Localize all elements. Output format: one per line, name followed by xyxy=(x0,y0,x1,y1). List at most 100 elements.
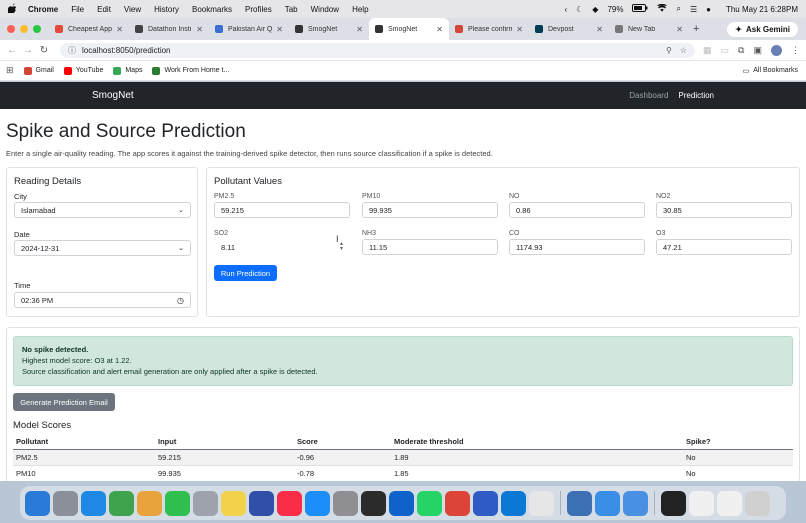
reload-icon[interactable]: ↻ xyxy=(38,45,50,56)
battery-icon[interactable] xyxy=(632,4,648,14)
bookmark-gmail[interactable]: Gmail xyxy=(23,66,54,75)
control-center-icon[interactable]: ☰ xyxy=(690,5,697,14)
recent-window-thumbnail[interactable] xyxy=(717,490,742,516)
generate-email-button[interactable]: Generate Prediction Email xyxy=(13,393,115,411)
tab-close-icon[interactable]: ✕ xyxy=(276,25,283,34)
nav-link-dashboard[interactable]: Dashboard xyxy=(629,91,668,100)
tab-close-icon[interactable]: ✕ xyxy=(436,25,443,34)
recent-window-thumbnail[interactable] xyxy=(689,490,714,516)
time-input[interactable]: 02:36 PM ◷ xyxy=(14,292,191,308)
extension-icon-2[interactable]: ▭ xyxy=(721,45,730,56)
app-store-icon[interactable] xyxy=(305,490,330,516)
music-icon[interactable] xyxy=(277,490,302,516)
bookmark-youtube[interactable]: YouTube xyxy=(63,66,103,75)
no-input[interactable]: 0.86 xyxy=(509,202,645,218)
zoom-window-button[interactable] xyxy=(33,25,41,33)
clock-icon[interactable]: ◷ xyxy=(177,296,184,305)
minimize-window-button[interactable] xyxy=(20,25,28,33)
new-tab-button[interactable]: + xyxy=(693,23,699,35)
search-spotlight-icon[interactable]: ⌕ xyxy=(676,4,680,14)
edge-icon[interactable] xyxy=(501,490,526,516)
moon-icon[interactable]: ☾ xyxy=(576,5,583,14)
date-picker[interactable]: 2024-12-31 ⌄ xyxy=(14,240,191,256)
address-url[interactable]: localhost:8050/prediction xyxy=(82,46,171,55)
menu-file[interactable]: File xyxy=(71,5,84,14)
profile-avatar[interactable] xyxy=(771,44,782,56)
browser-tab[interactable]: Datathon Insti ✕ xyxy=(129,18,209,40)
finder-icon[interactable] xyxy=(25,490,50,516)
spinner-arrows-icon[interactable]: ▴ ▾ xyxy=(340,241,343,252)
menu-app-name[interactable]: Chrome xyxy=(28,5,58,14)
forward-arrow-icon[interactable]: → xyxy=(22,45,34,56)
recent-window-thumbnail[interactable] xyxy=(661,490,686,516)
browser-tab[interactable]: Cheapest App ✕ xyxy=(49,18,129,40)
o3-input[interactable]: 47.21 xyxy=(656,239,792,255)
menu-window[interactable]: Window xyxy=(311,5,339,14)
tab-close-icon[interactable]: ✕ xyxy=(196,25,203,34)
run-prediction-button[interactable]: Run Prediction xyxy=(214,265,277,281)
browser-tab[interactable]: SmogNet ✕ xyxy=(289,18,369,40)
close-window-button[interactable] xyxy=(7,25,15,33)
finder-window-icon[interactable] xyxy=(567,490,592,516)
pm10-input[interactable]: 99.935 xyxy=(362,202,498,218)
facetime-icon[interactable] xyxy=(165,490,190,516)
browser-tab[interactable]: Devpost ✕ xyxy=(529,18,609,40)
tab-close-icon[interactable]: ✕ xyxy=(116,25,123,34)
whatsapp-icon[interactable] xyxy=(417,490,442,516)
nh3-input[interactable]: 11.15 xyxy=(362,239,498,255)
browser-tab-active[interactable]: SmogNet ✕ xyxy=(369,18,449,40)
siri-icon[interactable]: ● xyxy=(706,5,711,14)
extension-icon-1[interactable]: ▦ xyxy=(703,45,712,56)
tab-close-icon[interactable]: ✕ xyxy=(676,25,683,34)
mail-app-icon[interactable] xyxy=(623,490,648,516)
photos-icon[interactable] xyxy=(137,490,162,516)
vscode-icon[interactable] xyxy=(389,490,414,516)
docker-icon[interactable] xyxy=(595,490,620,516)
tab-close-icon[interactable]: ✕ xyxy=(356,25,363,34)
more-menu-icon[interactable]: ⋮ xyxy=(791,45,800,56)
menu-bookmarks[interactable]: Bookmarks xyxy=(192,5,232,14)
pm25-input[interactable]: 59.215 xyxy=(214,202,350,218)
nav-link-prediction[interactable]: Prediction xyxy=(678,91,714,100)
freeform-icon[interactable] xyxy=(249,490,274,516)
menu-profiles[interactable]: Profiles xyxy=(245,5,272,14)
menu-help[interactable]: Help xyxy=(352,5,368,14)
so2-input[interactable]: 8.11 ▴ ▾ xyxy=(214,239,350,255)
bookmark-star-icon[interactable]: ☆ xyxy=(680,46,687,55)
bookmark-maps[interactable]: Maps xyxy=(113,66,142,75)
side-panel-icon[interactable]: ▣ xyxy=(753,45,762,56)
co-input[interactable]: 1174.93 xyxy=(509,239,645,255)
tab-close-icon[interactable]: ✕ xyxy=(516,25,523,34)
tab-close-icon[interactable]: ✕ xyxy=(596,25,603,34)
menubar-clock[interactable]: Thu May 21 6:28PM xyxy=(726,5,798,14)
contacts-icon[interactable] xyxy=(193,490,218,516)
chrome-icon[interactable] xyxy=(445,490,470,516)
battery-percent[interactable]: 79% xyxy=(607,5,623,14)
browser-tab[interactable]: Please confirm ✕ xyxy=(449,18,529,40)
messages-icon[interactable] xyxy=(109,490,134,516)
extensions-puzzle-icon[interactable]: ⧉ xyxy=(738,45,744,56)
menu-edit[interactable]: Edit xyxy=(97,5,111,14)
menu-tab[interactable]: Tab xyxy=(285,5,298,14)
back-arrow-icon[interactable]: ← xyxy=(6,45,18,56)
trash-icon[interactable] xyxy=(745,490,770,516)
apple-icon[interactable] xyxy=(7,3,18,16)
back-arrow-status-icon[interactable]: ‹ xyxy=(564,5,567,14)
menu-view[interactable]: View xyxy=(124,5,141,14)
city-select[interactable]: Islamabad ⌄ xyxy=(14,202,191,218)
navbar-brand[interactable]: SmogNet xyxy=(92,90,134,101)
site-info-icon[interactable]: ⓘ xyxy=(68,45,76,56)
browser-tab[interactable]: Pakistan Air Q ✕ xyxy=(209,18,289,40)
apps-grid-icon[interactable]: ⊞ xyxy=(6,65,14,76)
terminal-icon[interactable] xyxy=(361,490,386,516)
system-settings-icon[interactable] xyxy=(333,490,358,516)
zoom-icon[interactable]: ⚲ xyxy=(666,46,672,55)
ask-gemini-button[interactable]: ✦ Ask Gemini xyxy=(727,21,798,37)
wifi-icon[interactable] xyxy=(657,3,668,14)
menu-history[interactable]: History xyxy=(154,5,179,14)
notes-icon[interactable] xyxy=(221,490,246,516)
bookmark-work-from-home[interactable]: Work From Home t... xyxy=(152,66,229,75)
launchpad-icon[interactable] xyxy=(53,490,78,516)
nordvpn-icon[interactable]: ◆ xyxy=(592,5,598,14)
address-bar[interactable]: ⓘ localhost:8050/prediction ⚲ ☆ xyxy=(60,42,696,58)
